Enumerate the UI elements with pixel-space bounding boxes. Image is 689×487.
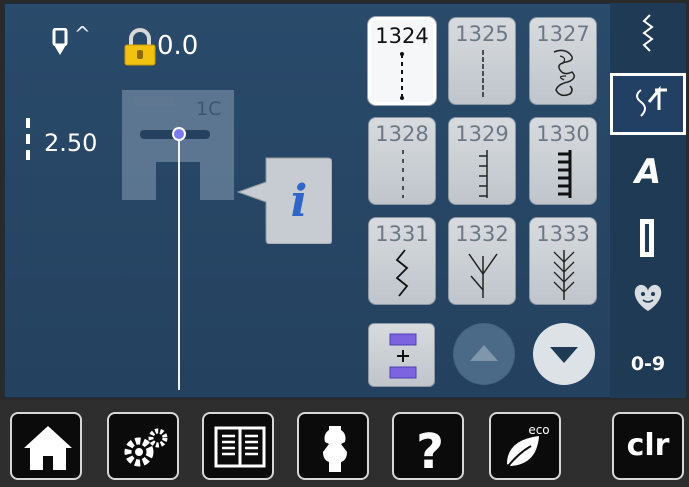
scroll-down-button[interactable] — [533, 323, 595, 385]
stitch-number: 1330 — [536, 122, 590, 146]
needle-icon[interactable] — [52, 28, 68, 56]
needle-point-marker — [172, 127, 186, 141]
help-icon: ? — [416, 424, 444, 480]
scroll-up-button[interactable] — [453, 323, 515, 385]
book-icon — [214, 426, 266, 468]
sidebar-item-practical-stitches[interactable] — [610, 3, 686, 65]
stitch-button-1327[interactable]: 1327 — [529, 17, 597, 105]
stitch-button-1330[interactable]: 1330 — [529, 117, 597, 205]
satin-edge-stitch-icon — [558, 150, 572, 198]
stitch-number: 1324 — [375, 24, 429, 48]
stipple-stitch-icon — [553, 49, 575, 97]
home-icon — [24, 426, 72, 470]
setup-button[interactable] — [107, 412, 179, 480]
triple-feather-stitch-icon — [553, 250, 575, 300]
presser-foot-label: 1C — [196, 98, 222, 120]
stitch-button-1329[interactable]: 1329 — [448, 117, 516, 205]
stitch-number: 1333 — [536, 222, 590, 246]
stitch-button-1325[interactable]: 1325 — [448, 17, 516, 105]
stitch-balance-button[interactable] — [368, 323, 435, 387]
svg-text:i: i — [291, 176, 308, 227]
practical-stitches-icon — [642, 14, 654, 52]
sidebar-item-personal-program[interactable] — [610, 265, 686, 327]
stitch-button-1328[interactable]: 1328 — [368, 117, 436, 205]
lock-icon[interactable] — [122, 28, 158, 66]
svg-text:A: A — [632, 152, 661, 192]
sidebar-item-buttonholes[interactable] — [610, 207, 686, 269]
buttonhole-icon — [640, 219, 654, 257]
stitch-length-icon[interactable] — [24, 118, 32, 162]
stitch-length-value: 2.50 — [44, 129, 98, 157]
thread-tension-value: 0.0 — [157, 31, 199, 61]
sidebar-item-quilt-stitches[interactable] — [610, 73, 686, 135]
tutorial-button[interactable] — [202, 412, 274, 480]
blanket-stitch-icon — [479, 150, 488, 198]
stitch-button-1331[interactable]: 1331 — [368, 217, 436, 305]
stitch-number: 1325 — [455, 22, 509, 46]
basting-stitch-icon — [402, 150, 404, 198]
category-sidebar: A 0-9 — [610, 3, 686, 398]
svg-text:?: ? — [416, 424, 444, 480]
sidebar-item-numbers[interactable]: 0-9 — [610, 333, 686, 395]
quilt-stitches-icon — [636, 85, 667, 117]
straight-stitch-icon — [482, 50, 484, 98]
sidebar-item-alphabets[interactable]: A — [610, 139, 686, 201]
eco-button[interactable]: eco — [489, 412, 561, 480]
stitch-number: 1328 — [375, 122, 429, 146]
dress-form-icon — [323, 426, 347, 472]
clear-button[interactable]: clr — [612, 412, 684, 480]
stitch-button-1332[interactable]: 1332 — [448, 217, 516, 305]
presser-foot-icon — [122, 90, 234, 200]
gears-icon — [124, 428, 168, 467]
bottom-toolbar: ? eco clr — [0, 400, 689, 487]
eco-label: eco — [528, 423, 549, 437]
alphabet-icon: A — [632, 152, 661, 192]
home-button[interactable] — [10, 412, 82, 480]
personal-program-icon — [634, 284, 662, 311]
stitch-button-1333[interactable]: 1333 — [529, 217, 597, 305]
stitch-number: 1329 — [455, 122, 509, 146]
eco-leaf-icon: eco — [504, 423, 550, 471]
zigzag-stitch-icon — [395, 249, 409, 297]
info-button[interactable]: i — [236, 156, 332, 244]
help-button[interactable]: ? — [392, 412, 464, 480]
needle-position: ^ — [74, 22, 91, 46]
needle-guide-line — [178, 135, 180, 390]
stitch-number: 1331 — [375, 222, 429, 246]
balance-icon — [389, 333, 417, 379]
creative-consultant-button[interactable] — [297, 412, 369, 480]
stitch-number: 1332 — [455, 222, 509, 246]
stitch-button-1324[interactable]: 1324 — [368, 17, 436, 105]
stitch-number: 1327 — [536, 22, 590, 46]
straight-stitch-icon — [400, 52, 404, 100]
feather-stitch-icon — [468, 253, 498, 298]
